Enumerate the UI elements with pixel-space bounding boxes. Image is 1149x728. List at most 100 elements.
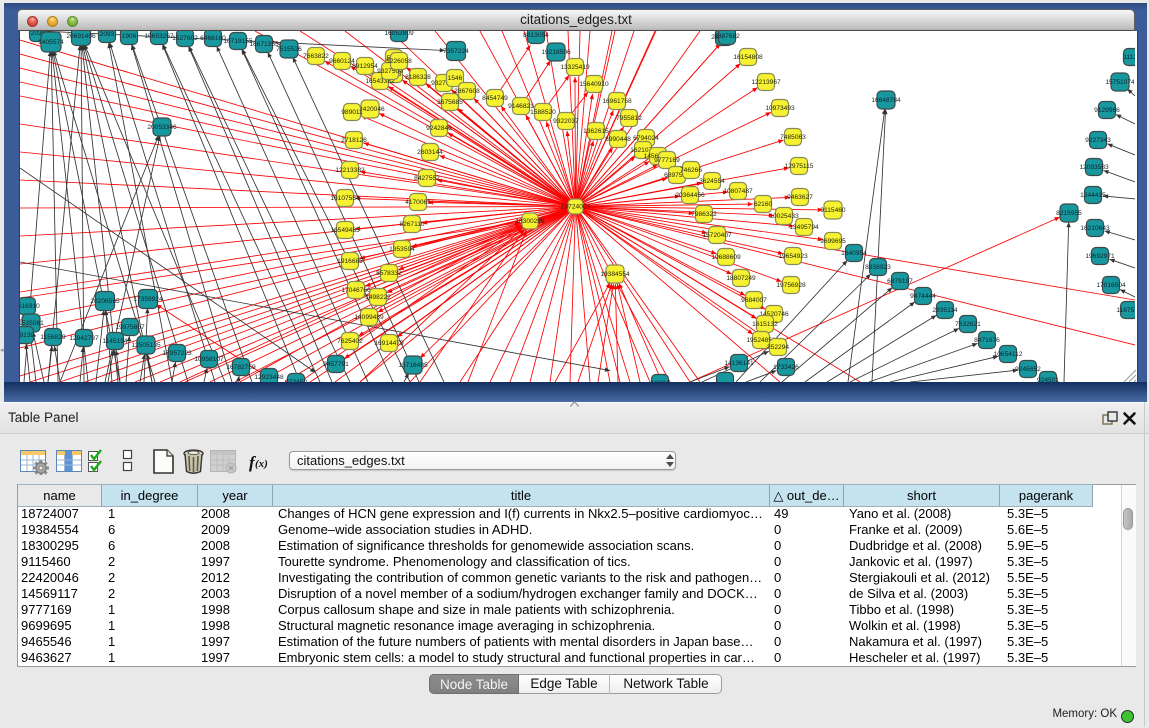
- svg-text:2935114: 2935114: [932, 307, 958, 314]
- svg-text:9242848: 9242848: [426, 125, 452, 132]
- svg-text:7357224: 7357224: [443, 48, 469, 55]
- svg-text:16648784: 16648784: [871, 97, 901, 104]
- svg-text:7485063: 7485063: [780, 134, 806, 141]
- svg-text:39139: 39139: [20, 332, 34, 339]
- svg-text:8471676: 8471676: [974, 337, 1000, 344]
- svg-text:19654923: 19654923: [778, 253, 808, 260]
- svg-text:2093: 2093: [100, 31, 115, 38]
- svg-text:9227343: 9227343: [1085, 137, 1111, 144]
- svg-text:17046766: 17046766: [341, 287, 371, 294]
- svg-text:20206565: 20206565: [90, 298, 120, 305]
- svg-text:8912954: 8912954: [352, 63, 378, 70]
- svg-text:924501: 924501: [1037, 377, 1059, 382]
- svg-text:1353594: 1353594: [389, 246, 415, 253]
- svg-text:1588520: 1588520: [530, 109, 556, 116]
- svg-text:7625402: 7625402: [337, 338, 363, 345]
- svg-text:1405574: 1405574: [38, 39, 64, 46]
- svg-text:15751074: 15751074: [1105, 79, 1135, 86]
- svg-text:2603144: 2603144: [417, 149, 443, 156]
- svg-text:62160: 62160: [754, 201, 773, 208]
- svg-text:5226058: 5226058: [386, 58, 412, 65]
- svg-text:9474444: 9474444: [910, 293, 936, 300]
- svg-text:8454749: 8454749: [482, 95, 508, 102]
- svg-text:1156829: 1156829: [40, 334, 66, 341]
- svg-text:2867608: 2867608: [454, 88, 480, 95]
- svg-text:7515526: 7515526: [276, 46, 302, 53]
- svg-text:16782759: 16782759: [226, 364, 256, 371]
- svg-text:8186328: 8186328: [405, 74, 431, 81]
- svg-text:16914479: 16914479: [374, 340, 404, 347]
- svg-text:18807249: 18807249: [726, 275, 756, 282]
- svg-text:9457791: 9457791: [323, 361, 349, 368]
- svg-text:14099489: 14099489: [354, 314, 384, 321]
- svg-text:20053346: 20053346: [147, 124, 177, 131]
- svg-text:15640910: 15640910: [579, 81, 609, 88]
- svg-text:2718126: 2718126: [341, 137, 367, 144]
- svg-text:7632621: 7632621: [955, 321, 981, 328]
- svg-text:19692971: 19692971: [1085, 253, 1115, 260]
- svg-text:12213967: 12213967: [751, 79, 781, 86]
- svg-text:9115460: 9115460: [820, 207, 846, 214]
- svg-text:10973493: 10973493: [765, 105, 795, 112]
- svg-text:8990448: 8990448: [605, 136, 631, 143]
- svg-text:252294: 252294: [767, 344, 789, 351]
- svg-text:1906: 1906: [122, 33, 137, 40]
- svg-text:8938923: 8938923: [865, 264, 891, 271]
- svg-text:9245652: 9245652: [1015, 366, 1041, 373]
- svg-text:3624554: 3624554: [699, 178, 725, 185]
- svg-text:17957223: 17957223: [162, 350, 192, 357]
- svg-text:7955812: 7955812: [616, 115, 642, 122]
- svg-text:9322037: 9322037: [553, 118, 579, 125]
- svg-text:18300295: 18300295: [515, 218, 545, 225]
- svg-text:10025433: 10025433: [769, 213, 799, 220]
- svg-text:20691406: 20691406: [66, 33, 96, 40]
- svg-text:9129966: 9129966: [1094, 107, 1120, 114]
- svg-text:1244415: 1244415: [1080, 192, 1106, 199]
- svg-text:17016504: 17016504: [1096, 282, 1126, 289]
- svg-text:8813054: 8813054: [523, 32, 549, 39]
- svg-text:16671355: 16671355: [249, 41, 279, 48]
- svg-text:10807487: 10807487: [723, 188, 753, 195]
- svg-text:12975115: 12975115: [785, 163, 814, 170]
- svg-text:10688609: 10688609: [711, 254, 741, 261]
- svg-text:1916685: 1916685: [337, 258, 363, 265]
- svg-text:8427552: 8427552: [414, 175, 440, 182]
- svg-text:12942737: 12942737: [69, 335, 99, 342]
- svg-text:2616910: 2616910: [20, 303, 40, 310]
- svg-text:16154808: 16154808: [733, 54, 763, 61]
- svg-text:3675685: 3675685: [437, 99, 463, 106]
- svg-text:8215955: 8215955: [1056, 210, 1082, 217]
- svg-text:12923448: 12923448: [254, 374, 284, 381]
- svg-text:1362615: 1362615: [583, 128, 609, 135]
- svg-text:972450: 972450: [285, 379, 307, 382]
- svg-text:11124: 11124: [1123, 54, 1135, 61]
- svg-text:14136141: 14136141: [724, 360, 754, 367]
- svg-text:6466160: 6466160: [200, 35, 226, 42]
- svg-text:746266: 746266: [680, 167, 702, 174]
- svg-text:7986322: 7986322: [691, 211, 717, 218]
- svg-text:7663822: 7663822: [303, 53, 329, 60]
- svg-text:(x): (x): [255, 458, 268, 470]
- svg-text:9463627: 9463627: [787, 194, 813, 201]
- svg-text:9684007: 9684007: [741, 297, 767, 304]
- svg-text:1145194: 1145194: [102, 338, 128, 345]
- svg-text:1167533: 1167533: [1116, 307, 1135, 314]
- svg-text:10653267: 10653267: [144, 33, 174, 40]
- svg-text:6879197: 6879197: [887, 278, 913, 285]
- svg-text:12505135: 12505135: [131, 342, 161, 349]
- svg-text:1546: 1546: [448, 75, 463, 82]
- svg-text:4170061: 4170061: [405, 199, 431, 206]
- svg-text:12093583: 12093583: [1079, 164, 1109, 171]
- svg-text:19218506: 19218506: [541, 49, 571, 56]
- svg-text:1640954: 1640954: [841, 250, 867, 257]
- svg-text:1615132: 1615132: [752, 321, 778, 328]
- svg-text:8267110: 8267110: [399, 221, 425, 228]
- svg-text:20364456: 20364456: [675, 192, 705, 199]
- svg-text:15720407: 15720407: [702, 232, 732, 239]
- svg-text:19384554: 19384554: [600, 271, 630, 278]
- svg-text:12213382: 12213382: [335, 167, 365, 174]
- svg-text:13325419: 13325419: [560, 64, 590, 71]
- svg-text:2887682: 2887682: [714, 33, 740, 40]
- svg-text:15716485: 15716485: [398, 362, 428, 369]
- svg-text:19756928: 19756928: [776, 282, 806, 289]
